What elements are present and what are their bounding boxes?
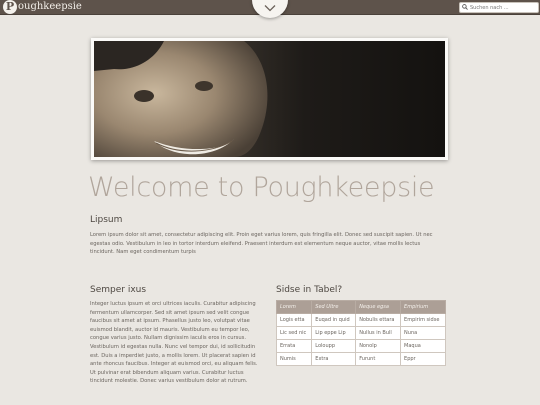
table-cell: Furunt — [355, 352, 402, 366]
page-title: Welcome to Poughkeepsie — [88, 172, 435, 203]
table-header-row: Lorem Sed Ultre Neque egsa Empirium — [275, 300, 446, 314]
table-row: Lic sed nic Lip eppe Lip Nullus in Bull … — [275, 326, 446, 340]
table-header-cell: Empirium — [400, 300, 446, 314]
table-cell: Eppr — [400, 352, 446, 366]
section-heading-lipsum: Lipsum — [90, 215, 123, 225]
table-cell: Numis — [275, 352, 313, 366]
table-cell: Empirim sidse — [400, 313, 446, 327]
table-cell: Extra — [311, 352, 357, 366]
table-cell: Errata — [275, 339, 313, 353]
site-name[interactable]: oughkeepsie — [18, 1, 82, 13]
table-header-cell: Neque egsa — [355, 300, 402, 314]
section-text-lipsum: Lorem ipsum dolor sit amet, consectetur … — [90, 232, 433, 256]
data-table: Lorem Sed Ultre Neque egsa Empirium Logi… — [275, 300, 446, 366]
hero-photo — [94, 41, 445, 157]
table-cell: Nullus in Bull — [355, 326, 402, 340]
table-cell: Nobulis ettara — [355, 313, 402, 327]
table-header-cell: Lorem — [275, 300, 313, 314]
table-row: Numis Extra Furunt Eppr — [275, 352, 446, 366]
table-cell: Nonolp — [355, 339, 402, 353]
table-cell: Loloupp — [311, 339, 357, 353]
table-row: Errata Loloupp Nonolp Maqua — [275, 339, 446, 353]
search-box[interactable] — [459, 2, 539, 13]
table-cell: Logis etta — [275, 313, 313, 327]
menu-toggle-tab[interactable] — [252, 0, 288, 18]
chevron-down-icon — [264, 5, 276, 12]
section-heading-table: Sidse in Tabel? — [276, 285, 343, 295]
table-cell: Nuna — [400, 326, 446, 340]
section-text-semper-ixus: Integer luctus ipsum et orci ultrices ia… — [90, 301, 258, 385]
search-icon — [462, 4, 468, 10]
table-header-cell: Sed Ultre — [311, 300, 357, 314]
site-logo[interactable]: P — [3, 0, 17, 14]
hero-image-frame — [91, 38, 448, 160]
table-cell: Maqua — [400, 339, 446, 353]
search-input[interactable] — [470, 3, 534, 12]
table-cell: Lip eppe Lip — [311, 326, 357, 340]
table-cell: Euqad in quid — [311, 313, 357, 327]
section-heading-semper-ixus: Semper ixus — [90, 285, 147, 295]
table-row: Logis etta Euqad in quid Nobulis ettara … — [275, 313, 446, 327]
table-cell: Lic sed nic — [275, 326, 313, 340]
